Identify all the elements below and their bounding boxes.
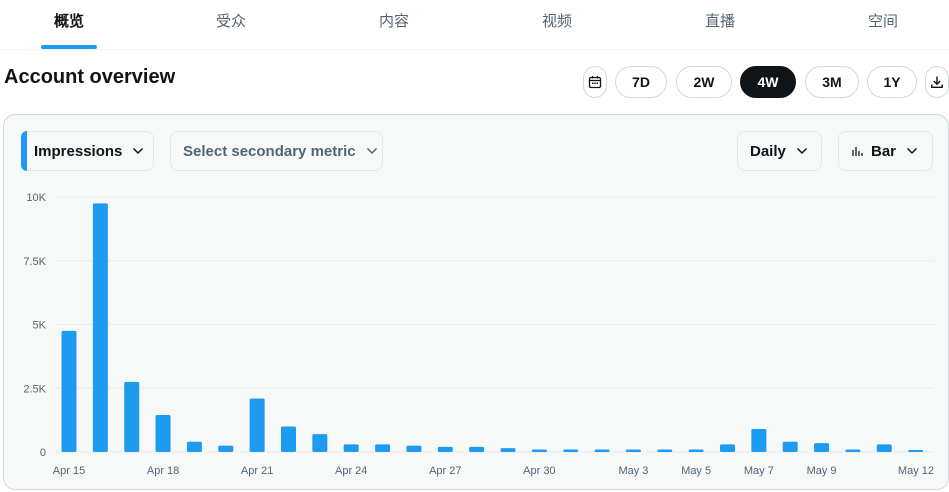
tab-overview[interactable]: 概览 bbox=[30, 0, 108, 50]
x-tick-label: May 7 bbox=[744, 465, 774, 477]
section-tabs: 概览 受众 内容 视频 直播 空间 bbox=[0, 0, 949, 50]
tab-spaces-label: 空间 bbox=[867, 13, 898, 30]
bar-may-10[interactable] bbox=[845, 449, 861, 452]
x-tick-label: Apr 18 bbox=[147, 465, 179, 477]
x-tick-label: May 9 bbox=[807, 465, 837, 477]
bar-apr-19[interactable] bbox=[186, 441, 202, 452]
bar-apr-24[interactable] bbox=[343, 444, 359, 452]
calendar-icon bbox=[588, 76, 602, 89]
bar-apr-18[interactable] bbox=[155, 415, 171, 452]
tab-video-label: 视频 bbox=[541, 13, 572, 30]
tab-audience-label: 受众 bbox=[215, 13, 246, 30]
y-tick-label: 0 bbox=[40, 447, 46, 459]
bar-apr-26[interactable] bbox=[406, 445, 422, 452]
y-tick-label: 2.5K bbox=[23, 383, 46, 395]
download-button[interactable] bbox=[925, 66, 949, 98]
bar-apr-25[interactable] bbox=[375, 444, 391, 452]
impressions-bar-chart: 10K 7.5K 5K 2.5K 0 Apr 15 Apr 18 Apr 21 Apr 24 Ap… bbox=[23, 192, 934, 477]
tab-live[interactable]: 直播 bbox=[681, 0, 759, 50]
x-tick-label: Apr 24 bbox=[335, 465, 367, 477]
bar-may-5[interactable] bbox=[688, 449, 704, 452]
tab-video[interactable]: 视频 bbox=[518, 0, 596, 50]
bar-apr-16[interactable] bbox=[92, 203, 108, 452]
x-tick-label: Apr 15 bbox=[53, 465, 85, 477]
bar-apr-30[interactable] bbox=[531, 449, 547, 452]
bar-may-12[interactable] bbox=[908, 449, 924, 452]
range-2w-button[interactable]: 2W bbox=[676, 66, 732, 98]
bar-may-1[interactable] bbox=[563, 449, 579, 452]
range-1y-button[interactable]: 1Y bbox=[867, 66, 917, 98]
bar-may-8[interactable] bbox=[782, 441, 798, 452]
active-tab-indicator bbox=[41, 45, 97, 49]
page-title: Account overview bbox=[4, 66, 176, 88]
tab-overview-label: 概览 bbox=[53, 13, 84, 30]
range-3m-button[interactable]: 3M bbox=[805, 66, 859, 98]
x-tick-label: Apr 30 bbox=[523, 465, 555, 477]
y-tick-label: 5K bbox=[33, 320, 47, 332]
bar-apr-21[interactable] bbox=[249, 398, 265, 452]
tab-spaces[interactable]: 空间 bbox=[844, 0, 922, 50]
bar-apr-15[interactable] bbox=[61, 330, 77, 452]
bar-may-4[interactable] bbox=[657, 449, 673, 452]
x-tick-label: Apr 27 bbox=[429, 465, 461, 477]
bar-may-6[interactable] bbox=[720, 444, 735, 452]
x-tick-label: Apr 21 bbox=[241, 465, 273, 477]
bar-apr-28[interactable] bbox=[469, 446, 485, 452]
bar-may-11[interactable] bbox=[876, 444, 892, 452]
tab-content[interactable]: 内容 bbox=[355, 0, 433, 50]
download-icon bbox=[931, 76, 943, 89]
bar-may-7[interactable] bbox=[751, 429, 767, 452]
tab-live-label: 直播 bbox=[704, 13, 735, 30]
bar-apr-20[interactable] bbox=[218, 445, 234, 452]
bar-apr-22[interactable] bbox=[281, 426, 296, 453]
bar-apr-23[interactable] bbox=[312, 434, 328, 452]
y-tick-label: 10K bbox=[26, 192, 46, 204]
range-4w-button[interactable]: 4W bbox=[740, 66, 796, 98]
bar-may-2[interactable] bbox=[594, 449, 610, 452]
y-tick-label: 7.5K bbox=[23, 256, 46, 268]
bar-apr-27[interactable] bbox=[437, 446, 453, 452]
bar-may-3[interactable] bbox=[625, 449, 641, 452]
bar-apr-17[interactable] bbox=[124, 381, 140, 452]
x-tick-label: May 5 bbox=[681, 465, 711, 477]
tab-content-label: 内容 bbox=[378, 13, 409, 30]
x-tick-label: May 12 bbox=[898, 465, 934, 477]
bar-may-9[interactable] bbox=[814, 443, 830, 452]
range-7d-button[interactable]: 7D bbox=[615, 66, 667, 98]
chart-panel: Impressions Select secondary metric Dail… bbox=[3, 114, 949, 490]
x-tick-label: May 3 bbox=[618, 465, 648, 477]
calendar-button[interactable] bbox=[583, 66, 607, 98]
bar-apr-29[interactable] bbox=[500, 448, 516, 452]
tab-audience[interactable]: 受众 bbox=[192, 0, 270, 50]
